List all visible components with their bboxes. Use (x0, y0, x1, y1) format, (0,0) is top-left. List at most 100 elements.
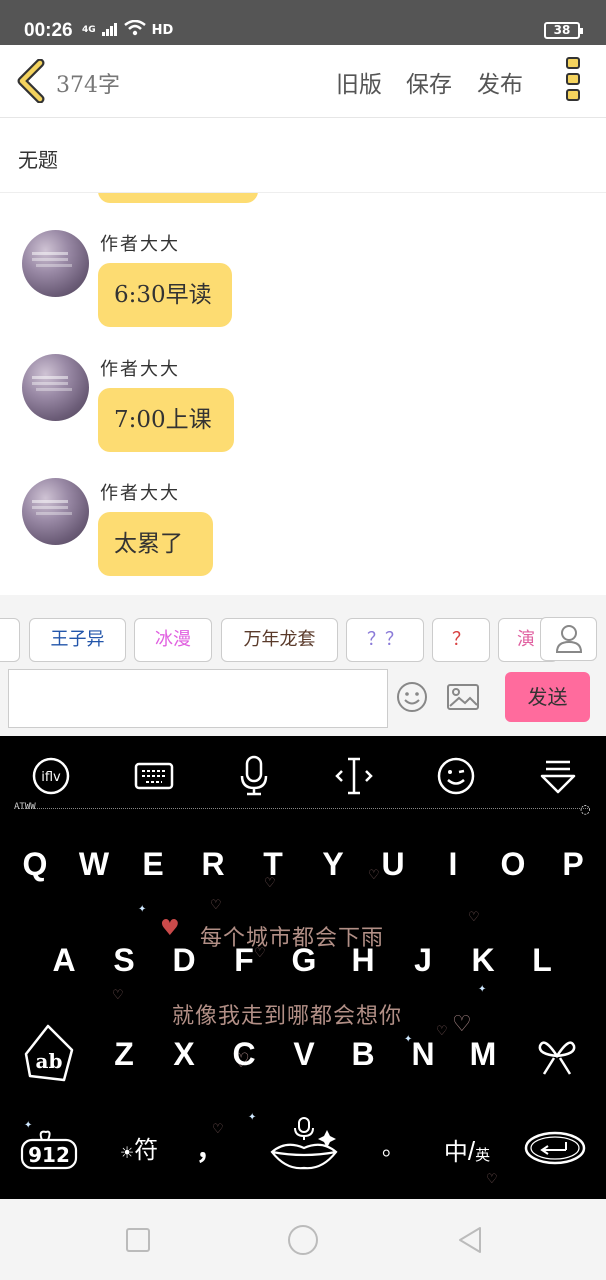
key-d[interactable]: D (159, 932, 209, 988)
shift-key[interactable]: ab (18, 1020, 80, 1086)
story-title: 无题 (18, 148, 58, 172)
lips-voice-icon (270, 1117, 338, 1170)
hide-keyboard-icon (540, 760, 576, 794)
hd-label: HD (151, 22, 174, 38)
person-icon (555, 625, 583, 653)
status-icons: 4G HD (82, 19, 174, 40)
send-button[interactable]: 发送 (505, 672, 590, 722)
keyboard-icon (134, 762, 174, 790)
character-tag[interactable]: 冰漫 (134, 618, 212, 662)
cursor-button[interactable] (332, 754, 376, 798)
character-tag[interactable]: ？？ (346, 618, 424, 662)
key-u[interactable]: U (368, 836, 418, 892)
key-j[interactable]: J (398, 932, 448, 988)
character-tag-row[interactable]: 王子异 冰漫 万年龙套 ？？ ？ 演 (0, 595, 606, 665)
symbols-key[interactable]: ☀符 (106, 1126, 172, 1176)
key-v[interactable]: V (279, 1026, 329, 1082)
message-bubble[interactable]: 太累了 (98, 512, 213, 576)
svg-text:iflv: iflv (41, 770, 61, 785)
message-input[interactable] (8, 669, 388, 728)
battery-level: 38 (553, 23, 571, 37)
key-k[interactable]: K (458, 932, 508, 988)
key-w[interactable]: W (69, 836, 119, 892)
message-bubble-partial[interactable] (98, 193, 258, 203)
key-m[interactable]: M (458, 1026, 508, 1082)
symbols-label: 符 (134, 1137, 159, 1164)
key-p[interactable]: P (548, 836, 598, 892)
signal-icon (101, 21, 118, 40)
character-tag[interactable]: ？ (432, 618, 490, 662)
voice-input-button[interactable] (232, 754, 276, 798)
ifly-button[interactable]: iflv (30, 754, 74, 798)
image-icon (447, 684, 479, 710)
nav-back-button[interactable] (456, 1225, 484, 1255)
emoji-button[interactable] (396, 681, 428, 713)
avatar[interactable] (22, 354, 89, 421)
numbers-label: 912 (28, 1143, 70, 1167)
title-field[interactable]: 无题 (0, 118, 606, 193)
character-manager-button[interactable] (540, 617, 597, 661)
home-button[interactable] (288, 1225, 318, 1255)
network-label: 4G (82, 25, 96, 35)
hide-keyboard-button[interactable] (536, 754, 580, 798)
status-bar: 00:26 4G HD 38 (0, 0, 606, 45)
key-q[interactable]: Q (10, 836, 60, 892)
comma-key[interactable]: ， (190, 1122, 230, 1172)
ifly-icon: iflv (32, 757, 70, 795)
message-bubble[interactable]: 6:30早读 (98, 263, 232, 327)
key-l[interactable]: L (517, 932, 567, 988)
period-key[interactable]: 。 (368, 1120, 418, 1170)
character-tag[interactable]: 王子异 (29, 618, 126, 662)
key-y[interactable]: Y (308, 836, 358, 892)
key-s[interactable]: S (99, 932, 149, 988)
key-f[interactable]: F (219, 932, 269, 988)
toolbar-caption: ATWW (14, 802, 36, 812)
nav-back-icon (459, 1227, 481, 1253)
language-switch-key[interactable]: 中/英 (432, 1126, 502, 1176)
key-o[interactable]: O (488, 836, 538, 892)
dot-circle-icon: ◌ (580, 802, 591, 816)
status-time: 00:26 (24, 20, 73, 41)
key-x[interactable]: X (159, 1026, 209, 1082)
key-n[interactable]: N (398, 1026, 448, 1082)
key-i[interactable]: I (428, 836, 478, 892)
toolbar-divider (18, 808, 590, 809)
more-icon (562, 57, 584, 101)
key-c[interactable]: C (219, 1026, 269, 1082)
old-version-button[interactable]: 旧版 (336, 65, 382, 99)
character-tag[interactable]: 万年龙套 (221, 618, 338, 662)
enter-key[interactable] (522, 1128, 588, 1170)
avatar[interactable] (22, 230, 89, 297)
publish-button[interactable]: 发布 (477, 65, 523, 99)
avatar[interactable] (22, 478, 89, 545)
soft-keyboard: iflv ATWW ◌ ♡ ♡ ♡ ♡ ♡ ♡ ♡ ♡ ♡ ✦ ✦ ✦ ✦ ✦ … (0, 736, 606, 1199)
message-input-row: 发送 (0, 665, 606, 736)
chat-area[interactable]: 作者大大 6:30早读 作者大大 7:00上课 作者大大 太累了 (0, 193, 606, 595)
delete-key[interactable] (532, 1032, 582, 1082)
character-tag-partial[interactable] (0, 618, 20, 662)
numbers-key[interactable]: 912 (18, 1126, 80, 1172)
back-button[interactable] (14, 58, 50, 104)
emoticon-button[interactable] (434, 754, 478, 798)
cursor-icon (335, 757, 373, 795)
key-g[interactable]: G (279, 932, 329, 988)
key-h[interactable]: H (338, 932, 388, 988)
author-name: 作者大大 (100, 483, 180, 504)
key-b[interactable]: B (338, 1026, 388, 1082)
message-bubble[interactable]: 7:00上课 (98, 388, 234, 452)
numbers-icon: 912 (20, 1130, 78, 1170)
key-a[interactable]: A (39, 932, 89, 988)
more-button[interactable] (562, 57, 584, 107)
wifi-icon (123, 19, 146, 40)
space-key[interactable] (266, 1114, 342, 1184)
key-z[interactable]: Z (99, 1026, 149, 1082)
author-name: 作者大大 (100, 234, 180, 255)
delete-icon (538, 1041, 576, 1075)
key-r[interactable]: R (188, 836, 238, 892)
save-button[interactable]: 保存 (406, 65, 452, 99)
recents-button[interactable] (126, 1228, 150, 1252)
image-button[interactable] (446, 683, 480, 711)
key-t[interactable]: T (248, 836, 298, 892)
key-e[interactable]: E (128, 836, 178, 892)
keyboard-switch-button[interactable] (132, 754, 176, 798)
